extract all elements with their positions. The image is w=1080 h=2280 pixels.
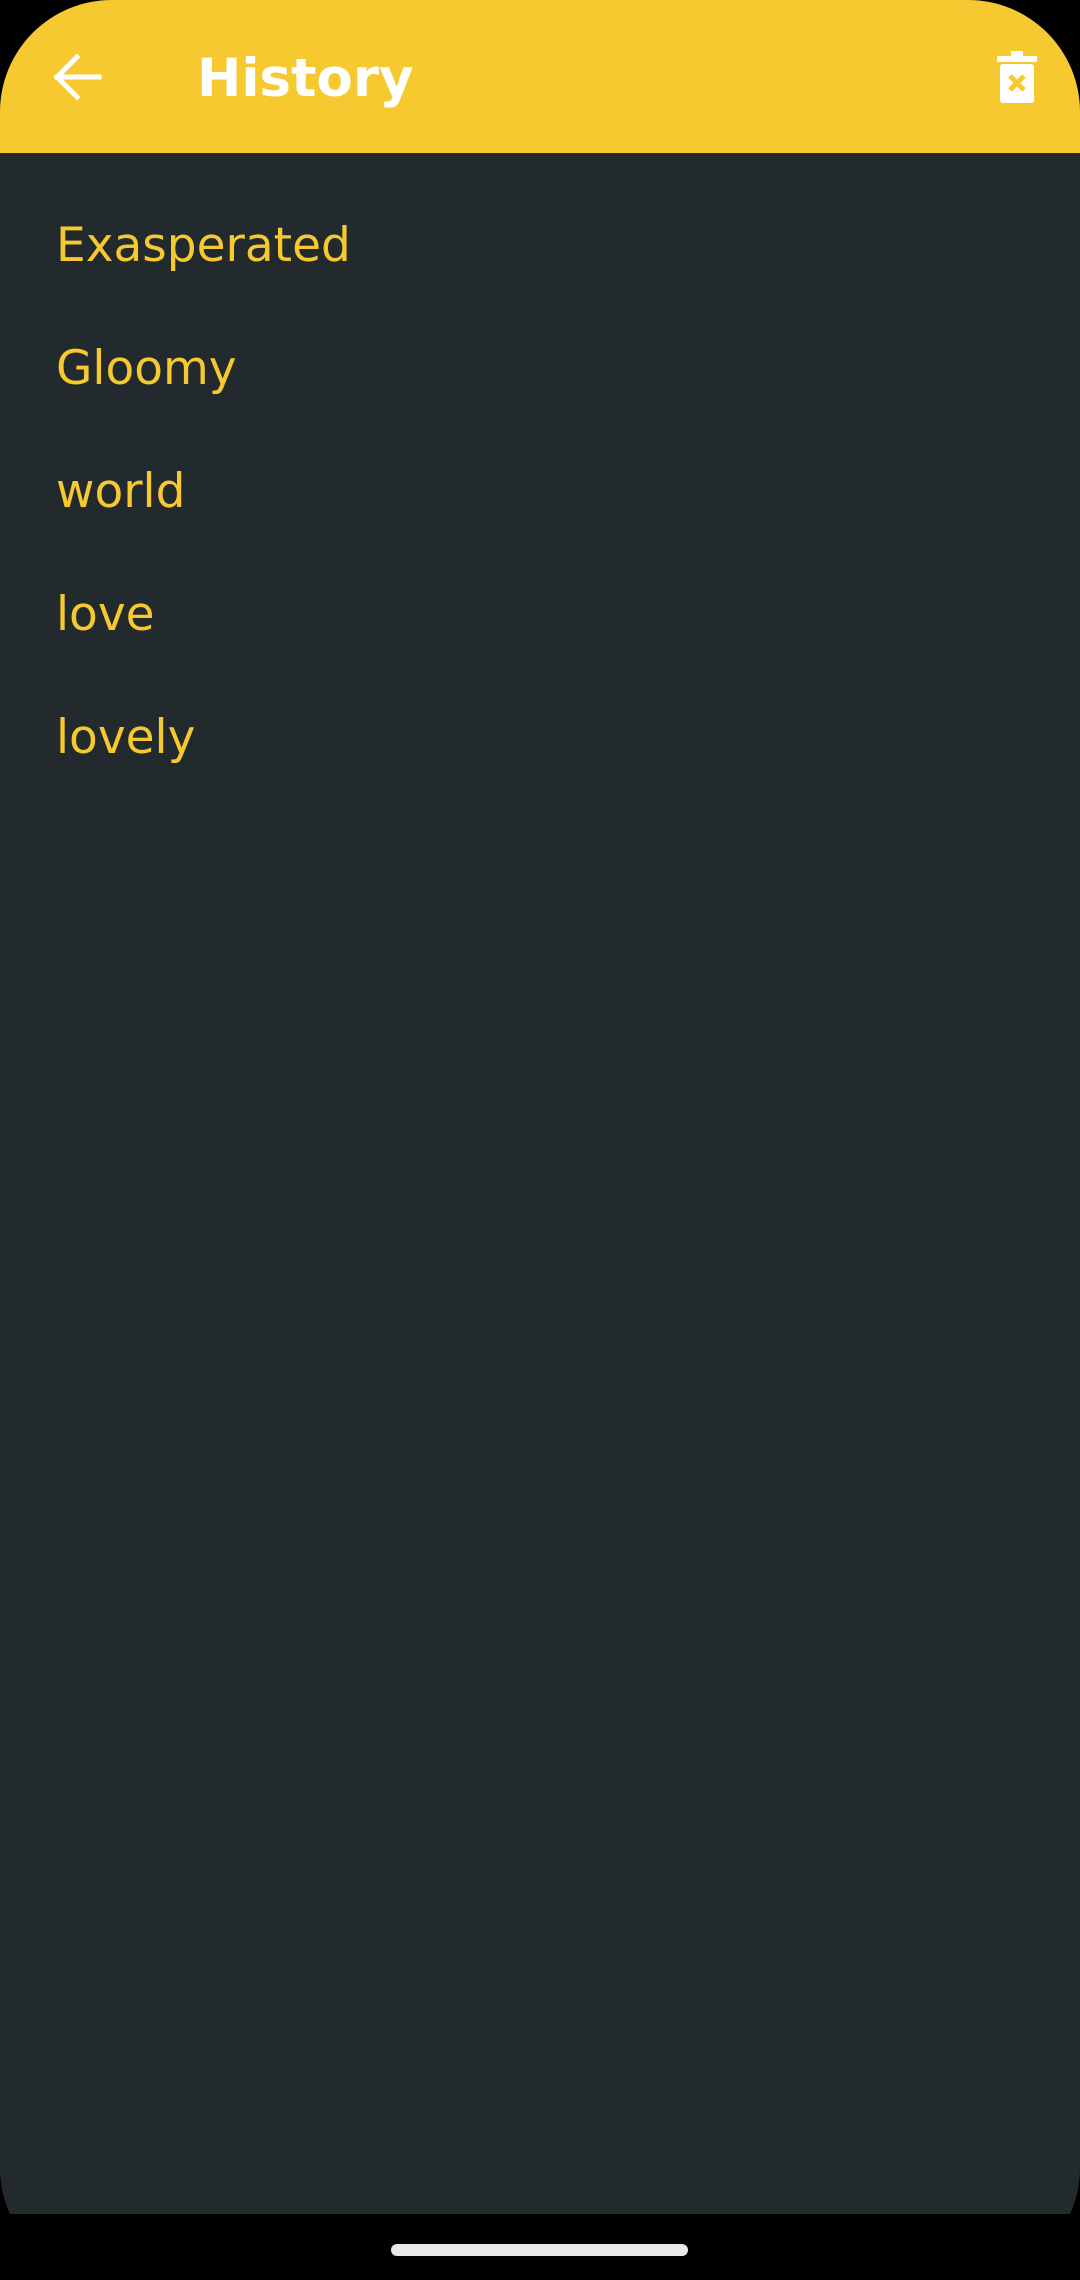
history-item-label: world: [56, 464, 186, 519]
history-item[interactable]: Exasperated: [0, 184, 1080, 307]
history-item[interactable]: Gloomy: [0, 307, 1080, 430]
home-gesture-handle[interactable]: [391, 2244, 688, 2256]
system-navigation-bar: [0, 2214, 1080, 2280]
history-list: Exasperated Gloomy world love lovely: [0, 184, 1080, 799]
trash-x-icon: [997, 51, 1037, 103]
clear-history-button[interactable]: [970, 30, 1064, 124]
history-item-label: Exasperated: [56, 218, 351, 273]
history-screen: History Exasperated Gloomy world love lo…: [0, 0, 1080, 2280]
page-title: History: [197, 48, 414, 109]
history-item[interactable]: world: [0, 430, 1080, 553]
history-item-label: Gloomy: [56, 341, 237, 396]
history-item[interactable]: love: [0, 553, 1080, 676]
history-item-label: lovely: [56, 710, 196, 765]
app-bar: History: [0, 0, 1080, 153]
history-item-label: love: [56, 587, 155, 642]
back-button[interactable]: [30, 30, 124, 124]
arrow-left-icon: [53, 53, 102, 101]
history-item[interactable]: lovely: [0, 676, 1080, 799]
